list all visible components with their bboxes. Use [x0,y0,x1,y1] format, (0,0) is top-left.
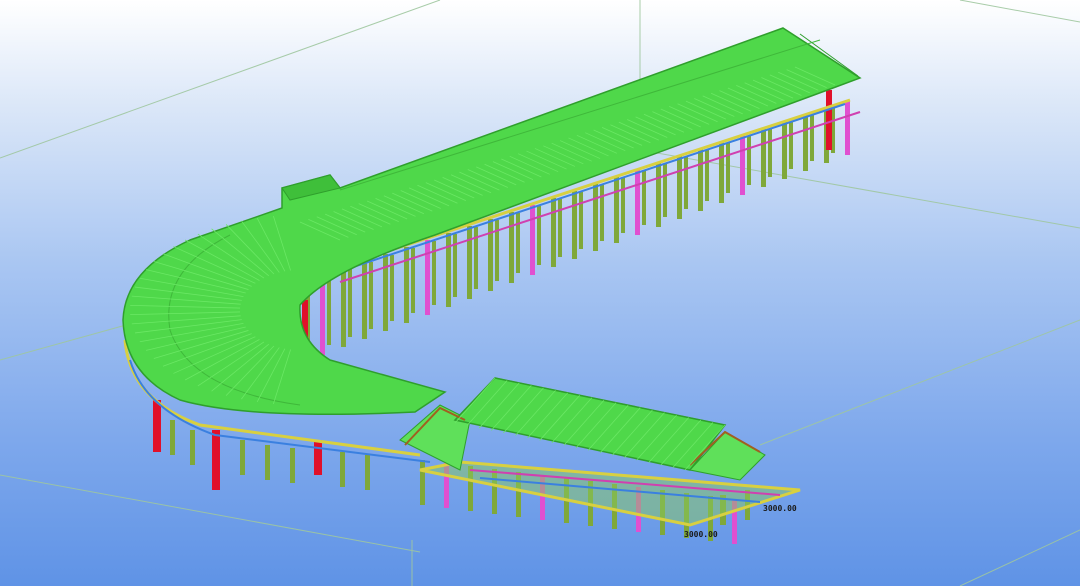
column [810,115,814,161]
column [446,233,451,307]
column [558,199,562,257]
column [656,163,661,227]
column [635,170,640,235]
pavilion-roof-main [453,377,727,471]
column [740,135,745,195]
grid-line [759,319,1080,446]
column [340,452,345,487]
column [677,156,682,219]
column [495,220,499,281]
column [190,430,195,465]
column [530,205,535,275]
column-red [153,400,161,452]
grid-line [959,529,1080,586]
model-viewport[interactable]: 3000.00 3000.00 [0,0,1080,586]
pavilion-roofs [399,377,766,481]
column [698,149,703,211]
column [365,455,370,490]
grid-line [959,0,1080,23]
column [170,420,175,455]
column [240,440,245,475]
column [768,129,772,177]
column [537,206,541,265]
column [600,185,604,241]
column [516,213,520,273]
column-red [314,440,322,475]
column [621,178,625,233]
structure-model-3d[interactable]: 3000.00 3000.00 [0,0,1080,586]
column [782,121,787,179]
column [803,114,808,171]
column [663,164,667,217]
column [420,460,425,505]
column [747,136,751,185]
elevation-label-a: 3000.00 [763,504,797,513]
grid-line [0,474,421,553]
elevation-label-b: 3000.00 [684,530,718,539]
grid-line [0,0,441,159]
column [845,100,850,155]
column [425,240,430,315]
column-red [212,430,220,490]
column [719,142,724,203]
column [593,184,598,251]
column [327,276,331,345]
column [705,150,709,201]
column [404,247,409,323]
column [509,212,514,283]
column [614,177,619,243]
column [265,445,270,480]
column [551,198,556,267]
column [467,226,472,299]
column [684,157,688,209]
column [579,192,583,249]
column-red [826,90,832,150]
column [572,191,577,259]
column [488,219,493,291]
column [789,122,793,169]
column [726,143,730,193]
column [642,171,646,225]
column [290,448,295,483]
column [761,128,766,187]
